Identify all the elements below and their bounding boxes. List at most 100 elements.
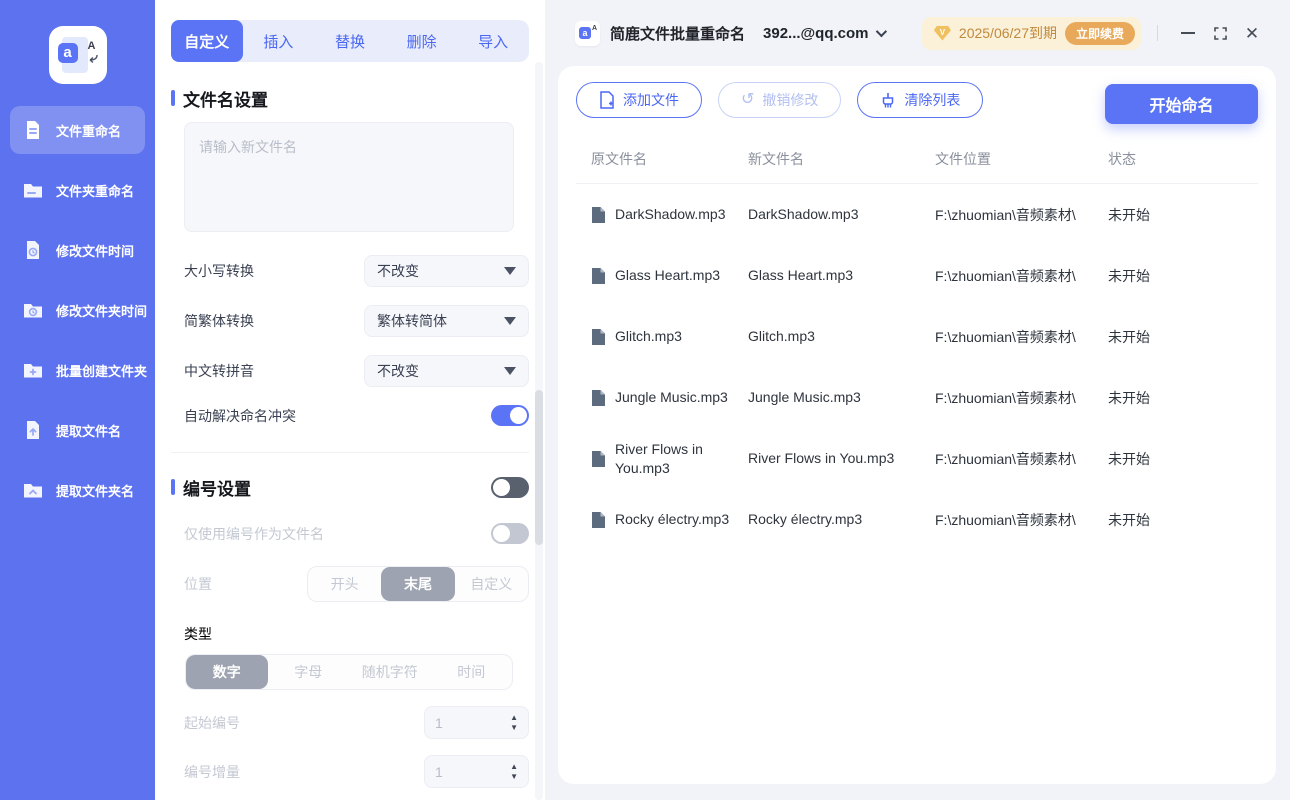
sidebar-item-label: 文件夹重命名	[56, 183, 135, 199]
folder-rename-icon	[20, 177, 46, 203]
clear-list-label: 清除列表	[904, 92, 961, 108]
account-menu[interactable]: 392...@qq.com	[763, 24, 887, 42]
app-logo: a A	[48, 26, 107, 84]
file-icon	[592, 267, 605, 284]
minimize-button[interactable]	[1172, 17, 1204, 49]
type-option-letter[interactable]: 字母	[268, 655, 350, 689]
traditional-convert-value: 繁体转简体	[377, 313, 447, 329]
add-files-label: 添加文件	[623, 92, 679, 108]
pinyin-convert-label: 中文转拼音	[184, 363, 254, 379]
new-filename: Glitch.​mp3	[748, 328, 815, 344]
clear-list-button[interactable]: 清除列表	[857, 82, 984, 118]
file-path: F:\zhuomian\音频素材\	[935, 267, 1076, 284]
license-expiry: 2025/06/27到期	[958, 25, 1057, 41]
only-number-row: 仅使用编号作为文件名	[171, 523, 529, 544]
traditional-convert-label: 简繁体转换	[184, 313, 254, 329]
minimize-icon	[1181, 32, 1195, 34]
numbering-toggle[interactable]	[491, 476, 529, 498]
maximize-button[interactable]	[1204, 17, 1236, 49]
titlebar: aA 简鹿文件批量重命名 392...@qq.com V 2025/06/27到…	[545, 0, 1290, 66]
app-title: 简鹿文件批量重命名	[610, 25, 746, 43]
pinyin-convert-row: 中文转拼音 不改变	[171, 355, 529, 387]
original-filename: DarkShadow.​mp3	[615, 206, 726, 222]
close-button[interactable]: ✕	[1236, 17, 1268, 49]
scrollbar-thumb[interactable]	[535, 390, 543, 545]
original-filename: Jungle Music.​mp3	[615, 389, 728, 405]
section-title: 编号设置	[183, 479, 251, 499]
sidebar-item-folder-time[interactable]: 修改文件夹时间	[10, 286, 148, 334]
sidebar-item-folder-rename[interactable]: 文件夹重命名	[10, 166, 145, 214]
sidebar-item-label: 修改文件夹时间	[56, 303, 148, 319]
type-segment: 数字 字母 随机字符 时间	[185, 654, 513, 690]
conflict-label: 自动解决命名冲突	[184, 407, 296, 424]
start-number-input[interactable]: 1 ▲ ▼	[424, 706, 529, 739]
tab-insert[interactable]: 插入	[243, 20, 315, 62]
position-option-start[interactable]: 开头	[308, 567, 381, 601]
table-row[interactable]: Rocky électry.​mp3 Rocky électry.​mp3 F:…	[576, 489, 1258, 550]
position-option-end[interactable]: 末尾	[381, 567, 455, 601]
section-accent-bar	[171, 479, 175, 495]
number-stepper[interactable]: ▲ ▼	[510, 713, 518, 732]
table-row[interactable]: Glass Heart.​mp3 Glass Heart.​mp3 F:\zhu…	[576, 245, 1258, 306]
file-status: 未开始	[1108, 389, 1150, 406]
start-rename-button[interactable]: 开始命名	[1105, 84, 1258, 124]
sidebar-item-label: 提取文件夹名	[56, 483, 135, 499]
traditional-convert-row: 简繁体转换 繁体转简体	[171, 305, 529, 337]
position-row: 位置 开头 末尾 自定义	[171, 566, 529, 602]
dropdown-arrow-icon	[504, 317, 516, 325]
filename-section-header: 文件名设置	[171, 86, 529, 110]
sidebar-item-file-time[interactable]: 修改文件时间	[10, 226, 145, 274]
new-filename-input[interactable]	[184, 122, 514, 232]
license-badge: V 2025/06/27到期 立即续费	[921, 16, 1141, 50]
undo-button[interactable]: ↺ 撤销修改	[718, 82, 842, 118]
type-option-time[interactable]: 时间	[431, 655, 513, 689]
sidebar-item-file-rename[interactable]: 文件重命名	[10, 106, 145, 154]
position-option-custom[interactable]: 自定义	[455, 567, 528, 601]
main-area: aA 简鹿文件批量重命名 392...@qq.com V 2025/06/27到…	[545, 0, 1290, 800]
table-header: 原文件名 新文件名 文件位置 状态	[576, 134, 1258, 184]
tab-delete[interactable]: 删除	[386, 20, 458, 62]
conflict-row: 自动解决命名冲突	[171, 405, 529, 426]
sidebar: a A 文件重命名 文件夹重命名 修改文件时间 修改文件夹时间 批量创建文件夹 …	[0, 0, 155, 800]
table-row[interactable]: Jungle Music.​mp3 Jungle Music.​mp3 F:\z…	[576, 367, 1258, 428]
sidebar-item-extract-foldername[interactable]: 提取文件夹名	[10, 466, 145, 514]
file-rename-icon	[20, 117, 46, 143]
file-status: 未开始	[1108, 511, 1150, 528]
type-option-number[interactable]: 数字	[186, 655, 268, 689]
traditional-convert-select[interactable]: 繁体转简体	[364, 305, 529, 337]
renew-button[interactable]: 立即续费	[1064, 21, 1135, 45]
increment-input[interactable]: 1 ▲ ▼	[424, 755, 529, 788]
sidebar-item-label: 提取文件名	[56, 423, 122, 439]
tab-custom[interactable]: 自定义	[171, 20, 243, 62]
maximize-icon	[1213, 26, 1227, 40]
table-row[interactable]: DarkShadow.​mp3 DarkShadow.​mp3 F:\zhuom…	[576, 184, 1258, 245]
sidebar-item-folder-create[interactable]: 批量创建文件夹	[10, 346, 147, 394]
original-filename: Glass Heart.​mp3	[615, 267, 721, 283]
file-path: F:\zhuomian\音频素材\	[935, 511, 1076, 528]
sidebar-item-extract-filename[interactable]: 提取文件名	[10, 406, 145, 454]
file-status: 未开始	[1108, 450, 1150, 467]
table-row[interactable]: River Flows in You.​mp3 River Flows in Y…	[576, 428, 1258, 489]
number-stepper[interactable]: ▲ ▼	[510, 762, 518, 781]
dropdown-arrow-icon	[504, 367, 516, 375]
account-email: 392...@qq.com	[763, 24, 869, 42]
header-file-path: 文件位置	[935, 150, 991, 167]
type-option-random[interactable]: 随机字符	[349, 655, 431, 689]
add-files-button[interactable]: 添加文件	[576, 82, 702, 118]
file-path: F:\zhuomian\音频素材\	[935, 328, 1076, 345]
settings-panel: 自定义 插入 替换 删除 导入 文件名设置 大小写转换 不改变 简繁体转换 繁体…	[155, 0, 545, 800]
new-filename: Glass Heart.​mp3	[748, 267, 854, 283]
increment-label: 编号增量	[184, 763, 240, 780]
file-status: 未开始	[1108, 328, 1150, 345]
tab-replace[interactable]: 替换	[314, 20, 386, 62]
new-filename: Rocky électry.​mp3	[748, 511, 863, 527]
settings-scrollbar[interactable]	[535, 62, 543, 800]
table-row[interactable]: Glitch.​mp3 Glitch.​mp3 F:\zhuomian\音频素材…	[576, 306, 1258, 367]
file-path: F:\zhuomian\音频素材\	[935, 450, 1076, 467]
only-number-toggle[interactable]	[491, 523, 529, 544]
case-convert-select[interactable]: 不改变	[364, 255, 529, 287]
pinyin-convert-select[interactable]: 不改变	[364, 355, 529, 387]
tab-import[interactable]: 导入	[457, 20, 529, 62]
conflict-toggle[interactable]	[491, 405, 529, 426]
folder-time-icon	[20, 297, 46, 323]
